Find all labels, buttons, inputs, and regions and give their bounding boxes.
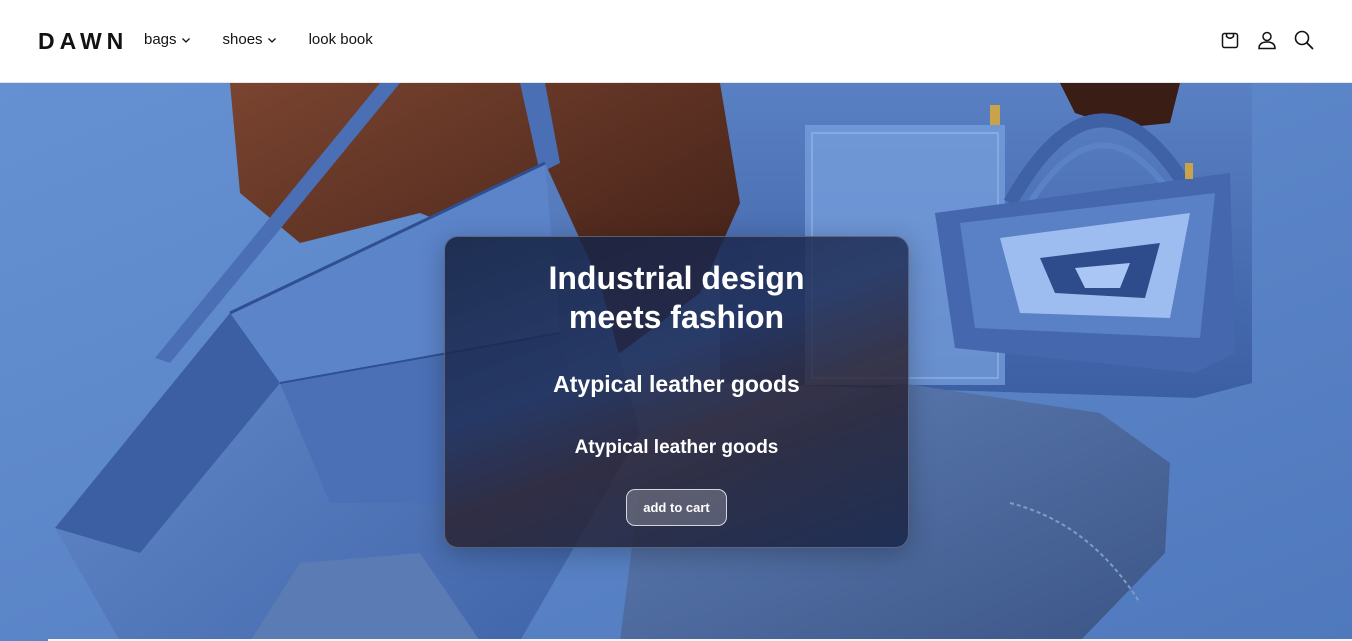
nav-item-label: look book xyxy=(308,31,373,48)
cart-icon xyxy=(1221,32,1239,49)
nav-item-look-book[interactable]: look book xyxy=(309,30,373,50)
nav-item-shoes[interactable]: shoes xyxy=(223,30,277,50)
add-to-cart-button[interactable]: add to cart xyxy=(626,489,727,526)
nav-item-label: bags xyxy=(144,31,177,48)
header-icons xyxy=(1205,28,1316,52)
search-button[interactable] xyxy=(1292,28,1316,52)
account-button[interactable] xyxy=(1255,28,1279,52)
chevron-down-icon xyxy=(181,38,190,43)
hero-subtitle-secondary: Atypical leather goods xyxy=(574,437,779,458)
hero-card: Industrial design meets fashion Atypical… xyxy=(444,236,909,548)
cart-button[interactable] xyxy=(1218,28,1242,52)
site-header: DAWN bags shoes look book xyxy=(0,0,1352,83)
nav-item-bags[interactable]: bags xyxy=(144,30,191,50)
main-nav: bags shoes look book xyxy=(144,30,373,50)
logo[interactable]: DAWN xyxy=(38,28,128,55)
chevron-down-icon xyxy=(267,38,276,43)
hero-banner: Industrial design meets fashion Atypical… xyxy=(0,83,1352,641)
hero-title-line: meets fashion xyxy=(568,299,785,335)
nav-item-label: shoes xyxy=(222,31,263,48)
hero-subtitle: Atypical leather goods xyxy=(553,371,800,397)
hero-title-line: Industrial design xyxy=(548,260,805,296)
account-icon xyxy=(1258,31,1276,50)
search-icon xyxy=(1294,30,1314,50)
hero-title: Industrial design meets fashion xyxy=(445,259,908,337)
